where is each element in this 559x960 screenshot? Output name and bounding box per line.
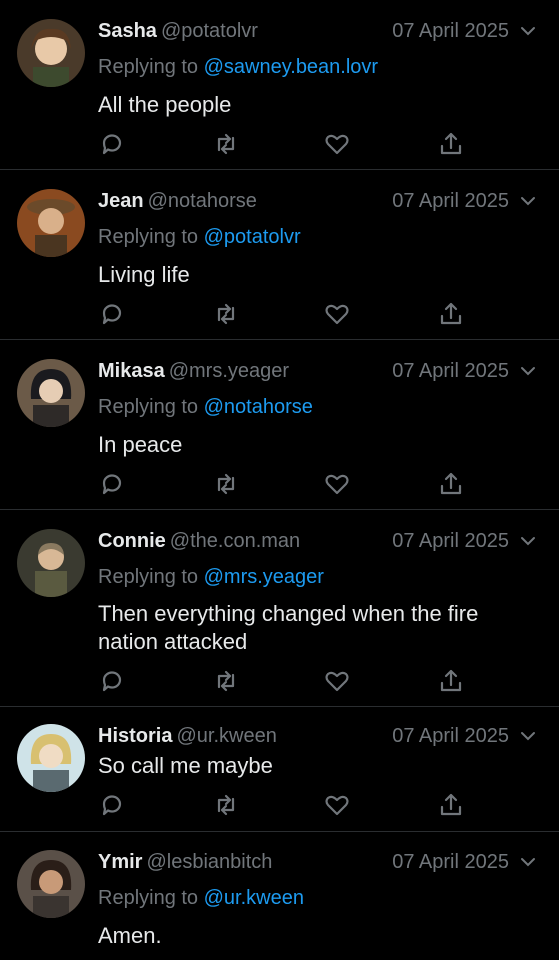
avatar[interactable]: [17, 189, 85, 257]
chevron-down-icon[interactable]: [519, 532, 537, 550]
mention-link[interactable]: @notahorse: [204, 396, 313, 418]
handle[interactable]: @lesbianbitch: [146, 851, 272, 873]
tweet-text: Amen.: [98, 923, 162, 948]
share-icon[interactable]: [437, 791, 465, 819]
handle[interactable]: @the.con.man: [170, 530, 300, 552]
display-name[interactable]: Jean: [98, 190, 144, 212]
tweet[interactable]: Ymir @lesbianbitch 07 April 2025 Replying…: [0, 832, 559, 960]
replying-label: Replying to: [98, 56, 199, 78]
share-icon[interactable]: [437, 300, 465, 328]
like-icon[interactable]: [323, 300, 351, 328]
retweet-icon[interactable]: [212, 791, 240, 819]
tweet-date: 07 April 2025: [392, 20, 509, 42]
tweet-date: 07 April 2025: [392, 360, 509, 382]
mention-link[interactable]: @mrs.yeager: [204, 566, 324, 588]
tweet-date: 07 April 2025: [392, 530, 509, 552]
tweet[interactable]: Sasha @potatolvr 07 April 2025 Replying t…: [0, 0, 559, 170]
tweet-text: In peace: [98, 432, 183, 457]
replying-label: Replying to: [98, 887, 199, 909]
display-name[interactable]: Historia: [98, 725, 172, 747]
like-icon[interactable]: [323, 130, 351, 158]
tweet[interactable]: Connie @the.con.man 07 April 2025 Replyin…: [0, 510, 559, 707]
avatar[interactable]: [17, 724, 85, 792]
replying-label: Replying to: [98, 566, 199, 588]
tweet-text: Then everything changed when the fire na…: [98, 601, 479, 654]
display-name[interactable]: Connie: [98, 530, 166, 552]
avatar[interactable]: [17, 19, 85, 87]
display-name[interactable]: Sasha: [98, 20, 157, 42]
tweet-text: Living life: [98, 262, 190, 287]
like-icon[interactable]: [323, 667, 351, 695]
reply-icon[interactable]: [98, 300, 126, 328]
like-icon[interactable]: [323, 791, 351, 819]
tweet-text: So call me maybe: [98, 753, 273, 778]
handle[interactable]: @mrs.yeager: [169, 360, 289, 382]
tweet-date: 07 April 2025: [392, 725, 509, 747]
display-name[interactable]: Mikasa: [98, 360, 165, 382]
chevron-down-icon[interactable]: [519, 727, 537, 745]
retweet-icon[interactable]: [212, 667, 240, 695]
retweet-icon[interactable]: [212, 130, 240, 158]
tweet[interactable]: Mikasa @mrs.yeager 07 April 2025 Replying…: [0, 340, 559, 510]
reply-feed: Sasha @potatolvr 07 April 2025 Replying t…: [0, 0, 559, 960]
chevron-down-icon[interactable]: [519, 853, 537, 871]
replying-label: Replying to: [98, 226, 199, 248]
reply-icon[interactable]: [98, 470, 126, 498]
mention-link[interactable]: @ur.kween: [204, 887, 304, 909]
retweet-icon[interactable]: [212, 470, 240, 498]
retweet-icon[interactable]: [212, 300, 240, 328]
tweet-date: 07 April 2025: [392, 851, 509, 873]
avatar[interactable]: [17, 359, 85, 427]
handle[interactable]: @potatolvr: [161, 20, 258, 42]
tweet[interactable]: Jean @notahorse 07 April 2025 Replying to…: [0, 170, 559, 340]
share-icon[interactable]: [437, 130, 465, 158]
display-name[interactable]: Ymir: [98, 851, 142, 873]
reply-icon[interactable]: [98, 130, 126, 158]
mention-link[interactable]: @sawney.bean.lovr: [204, 56, 378, 78]
replying-label: Replying to: [98, 396, 199, 418]
handle[interactable]: @ur.kween: [176, 725, 276, 747]
share-icon[interactable]: [437, 667, 465, 695]
tweet-date: 07 April 2025: [392, 190, 509, 212]
chevron-down-icon[interactable]: [519, 22, 537, 40]
chevron-down-icon[interactable]: [519, 192, 537, 210]
avatar[interactable]: [17, 529, 85, 597]
reply-icon[interactable]: [98, 791, 126, 819]
handle[interactable]: @notahorse: [148, 190, 257, 212]
mention-link[interactable]: @potatolvr: [204, 226, 301, 248]
tweet-text: All the people: [98, 92, 232, 117]
tweet[interactable]: Historia @ur.kween 07 April 2025 So call …: [0, 707, 559, 832]
avatar[interactable]: [17, 850, 85, 918]
chevron-down-icon[interactable]: [519, 362, 537, 380]
share-icon[interactable]: [437, 470, 465, 498]
reply-icon[interactable]: [98, 667, 126, 695]
like-icon[interactable]: [323, 470, 351, 498]
